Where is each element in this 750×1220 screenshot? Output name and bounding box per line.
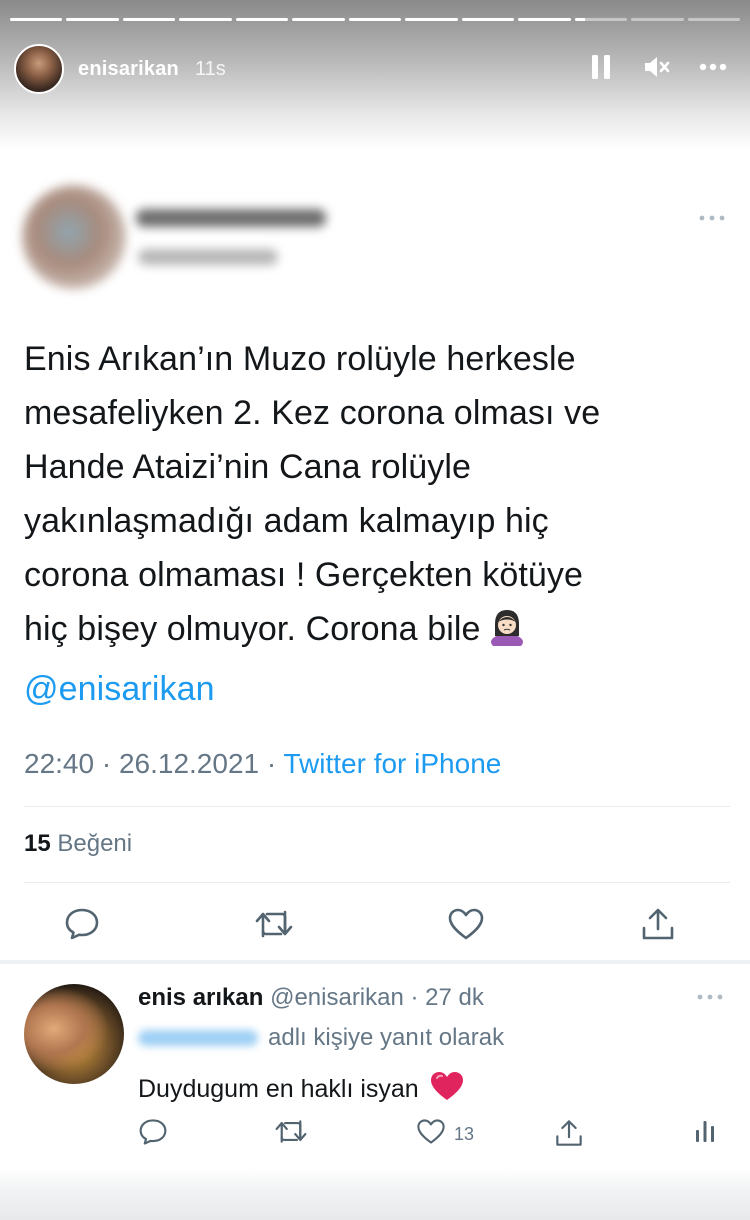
story-progress-segment (348, 18, 402, 21)
reply-like-button[interactable]: 13 (416, 1118, 474, 1150)
analytics-icon[interactable] (694, 1118, 716, 1144)
story-header: enisarikan 11s (0, 0, 750, 150)
story-progress-segment (122, 18, 176, 21)
story-progress-segment (292, 18, 345, 21)
likes-row[interactable]: 15 Beğeni (24, 830, 132, 858)
red-heart-emoji-icon (429, 1070, 465, 1109)
tweet-line: Hande Ataizi’nin Cana rolüyle (24, 448, 472, 486)
retweet-icon[interactable] (252, 902, 296, 946)
blurred-reply-handle[interactable] (138, 1030, 258, 1046)
tweet-line: hiç bişey olmuyor. Corona bile (24, 610, 481, 648)
story-progress-bar (10, 18, 741, 21)
likes-count: 15 (24, 830, 51, 857)
reply-handle-time[interactable]: @enisarikan · 27 dk (270, 984, 484, 1011)
story-progress-segment (405, 18, 458, 21)
tweet-action-bar (60, 902, 680, 946)
story-controls (586, 52, 728, 82)
story-time: 11s (194, 57, 226, 80)
story-progress-segment (66, 18, 119, 21)
story-progress-segment (631, 18, 684, 21)
reply-icon[interactable] (60, 902, 104, 946)
share-icon[interactable] (636, 902, 680, 946)
reply-text: Duydugum en haklı isyan (138, 1070, 465, 1109)
tweet-timestamp[interactable]: 22:40 · 26.12.2021 · (24, 748, 283, 779)
story-progress-segment (574, 18, 628, 21)
story-user[interactable]: enisarikan 11s (14, 44, 226, 94)
reply-share-icon[interactable] (554, 1118, 584, 1148)
reply-header: enis arıkan @enisarikan · 27 dk (138, 984, 484, 1012)
tweet-more-icon[interactable] (698, 209, 726, 227)
section-separator (0, 960, 750, 964)
like-heart-icon[interactable] (444, 902, 488, 946)
reply-more-icon[interactable] (696, 988, 724, 1006)
blurred-avatar[interactable] (22, 185, 126, 289)
tweet-source-link[interactable]: Twitter for iPhone (283, 748, 501, 779)
story-username[interactable]: enisarikan (78, 58, 179, 81)
tweet-timestamp-row: 22:40 · 26.12.2021 · Twitter for iPhone (24, 748, 501, 780)
story-avatar[interactable] (14, 44, 64, 94)
divider (24, 882, 730, 883)
pause-icon[interactable] (586, 52, 616, 82)
likes-label: Beğeni (57, 830, 133, 857)
blurred-author-handle (138, 249, 278, 265)
tweet-line: corona olmaması ! Gerçekten kötüye (24, 556, 583, 594)
tweet-author (22, 185, 728, 295)
story-progress-segment (687, 18, 741, 21)
mute-icon[interactable] (642, 52, 672, 82)
mention-link[interactable]: @enisarikan (24, 662, 724, 716)
reply-retweet-icon[interactable] (274, 1118, 308, 1145)
reply-author-name[interactable]: enis arıkan (138, 984, 263, 1011)
story-progress-segment (518, 18, 571, 21)
tweet-line: mesafeliyken 2. Kez corona olması ve (24, 394, 601, 432)
reply-action-bar: 13 (138, 1118, 728, 1154)
tweet-line: Enis Arıkan’ın Muzo rolüyle herkesle (24, 340, 576, 378)
reply-avatar[interactable] (24, 984, 124, 1084)
replying-to: adlı kişiye yanıt olarak (138, 1024, 504, 1052)
blurred-author-name (136, 209, 326, 227)
story-progress-segment (179, 18, 232, 21)
tweet-text: Enis Arıkan’ın Muzo rolüyle herkesle mes… (24, 332, 724, 716)
story-progress-segment (461, 18, 515, 21)
replying-to-label: adlı kişiye yanıt olarak (268, 1024, 505, 1051)
story-progress-segment (235, 18, 289, 21)
tweet-line-last: hiç bişey olmuyor. Corona bile (24, 602, 724, 662)
reply-body: Duydugum en haklı isyan (138, 1075, 419, 1103)
divider (24, 806, 730, 807)
tweet-line: yakınlaşmadığı adam kalmayıp hiç (24, 502, 549, 540)
woman-shrugging-emoji-icon (487, 606, 527, 662)
bottom-fade (0, 1168, 750, 1220)
more-horizontal-icon[interactable] (698, 52, 728, 82)
reply-reply-icon[interactable] (138, 1118, 168, 1146)
reply-heart-icon (416, 1118, 446, 1150)
story-progress-segment (10, 18, 63, 21)
reply-like-count: 13 (454, 1123, 475, 1144)
